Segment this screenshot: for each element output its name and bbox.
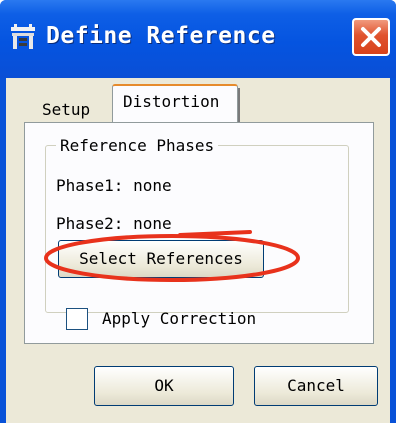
dialog-window: Define Reference Setup Distortion Refere… bbox=[0, 0, 396, 423]
tab-distortion[interactable]: Distortion bbox=[112, 84, 240, 124]
apply-correction-checkbox[interactable] bbox=[66, 308, 88, 330]
ok-button[interactable]: OK bbox=[94, 366, 234, 406]
title-bar[interactable]: Define Reference bbox=[0, 0, 396, 78]
close-button[interactable] bbox=[352, 18, 390, 56]
phase1-text: Phase1: none bbox=[56, 176, 172, 195]
group-label: Reference Phases bbox=[56, 136, 219, 155]
tab-setup[interactable]: Setup bbox=[34, 92, 118, 120]
close-icon bbox=[361, 27, 381, 47]
window-title: Define Reference bbox=[46, 23, 276, 49]
highlight-annotation bbox=[44, 230, 300, 282]
cancel-button[interactable]: Cancel bbox=[254, 366, 378, 406]
dialog-body: Setup Distortion Reference Phases Phase1… bbox=[6, 78, 390, 423]
app-icon bbox=[11, 24, 35, 49]
apply-correction-label: Apply Correction bbox=[102, 309, 257, 328]
